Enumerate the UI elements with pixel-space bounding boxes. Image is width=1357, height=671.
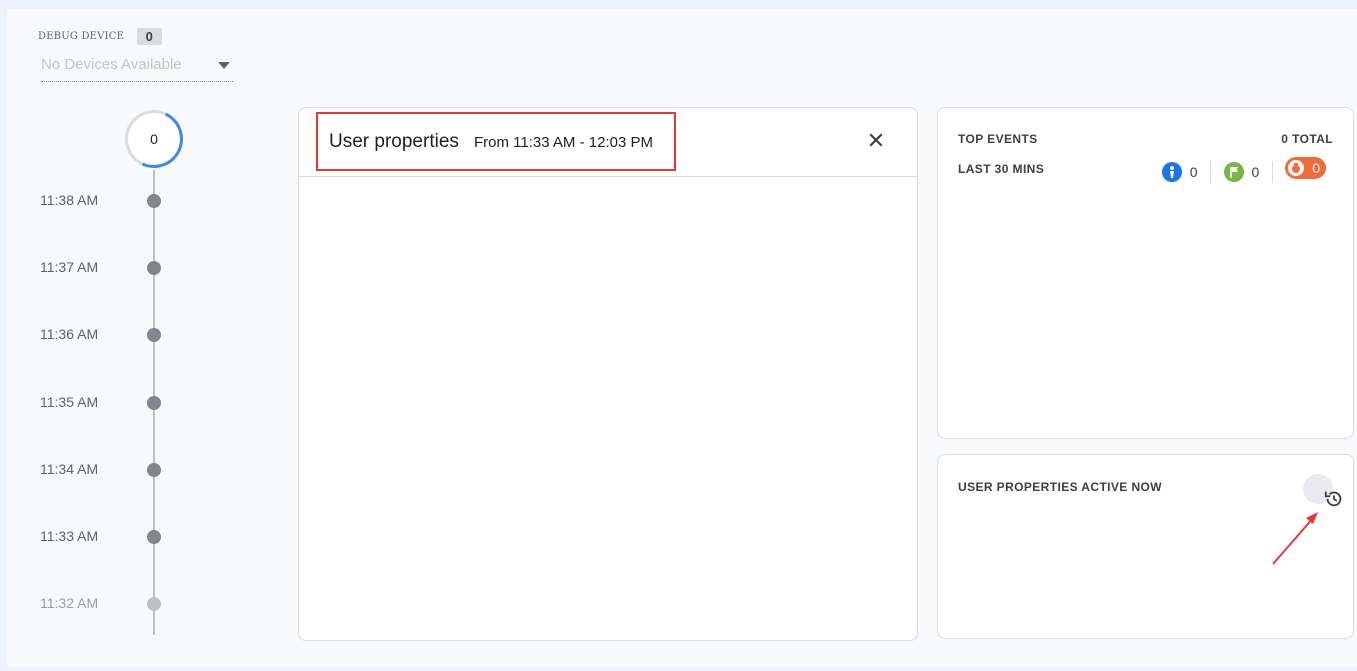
close-icon: ✕: [866, 128, 886, 153]
timeline-dot[interactable]: [147, 261, 161, 275]
timeline-time: 11:35 AM: [40, 394, 99, 410]
error-count: 0: [1312, 160, 1320, 176]
conversion-count: 0: [1251, 163, 1260, 180]
debug-device-header: DEBUG DEVICE 0: [38, 28, 162, 46]
timeline-dot[interactable]: [147, 328, 161, 342]
event-count: 0: [1189, 163, 1198, 180]
top-events-card: TOP EVENTS 0 TOTAL LAST 30 MINS 0 0 0: [937, 107, 1354, 439]
debug-device-label: DEBUG DEVICE: [38, 31, 125, 43]
annotation-arrow: [1272, 512, 1318, 565]
timeline-dot[interactable]: [147, 463, 161, 477]
timeline-time: 11:37 AM: [40, 259, 99, 275]
timeline-time: 11:38 AM: [40, 192, 99, 208]
history-icon[interactable]: [1323, 488, 1345, 510]
timeline-dot[interactable]: [147, 597, 161, 611]
panel-title: User properties: [329, 131, 459, 152]
timeline-dot[interactable]: [147, 530, 161, 544]
event-badges: 0 0 0: [1161, 157, 1326, 183]
debug-device-count: 0: [136, 28, 162, 46]
event-count-badge[interactable]: 0: [1161, 161, 1198, 182]
close-button[interactable]: ✕: [861, 126, 891, 156]
timeline-time: 11:33 AM: [40, 528, 99, 544]
dropdown-arrow-icon: [218, 62, 230, 69]
timeline-dot[interactable]: [147, 396, 161, 410]
panel-time-range: From 11:33 AM - 12:03 PM: [474, 134, 653, 151]
badge-divider: [1271, 160, 1273, 183]
green-flag-icon: [1223, 161, 1244, 182]
top-events-total: 0 TOTAL: [1281, 132, 1333, 146]
user-properties-panel: User properties From 11:33 AM - 12:03 PM…: [298, 107, 918, 641]
error-count-badge[interactable]: 0: [1285, 157, 1326, 179]
device-select[interactable]: No Devices Available: [41, 56, 233, 82]
event-counter: 0: [150, 131, 158, 147]
timeline-dot[interactable]: [147, 194, 161, 208]
blue-event-icon: [1161, 161, 1182, 182]
timeline-time: 11:36 AM: [40, 326, 99, 342]
timeline-time: 11:34 AM: [40, 461, 99, 477]
panel-header: User properties From 11:33 AM - 12:03 PM…: [299, 108, 917, 177]
device-select-value: No Devices Available: [41, 56, 182, 73]
timeline-time: 11:32 AM: [40, 595, 99, 611]
top-events-heading: TOP EVENTS: [958, 132, 1038, 146]
conversion-count-badge[interactable]: 0: [1223, 161, 1260, 182]
user-properties-active-heading: USER PROPERTIES ACTIVE NOW: [958, 480, 1162, 494]
badge-divider: [1210, 160, 1212, 183]
orange-error-icon: [1288, 160, 1305, 176]
top-events-period: LAST 30 MINS: [958, 162, 1045, 176]
